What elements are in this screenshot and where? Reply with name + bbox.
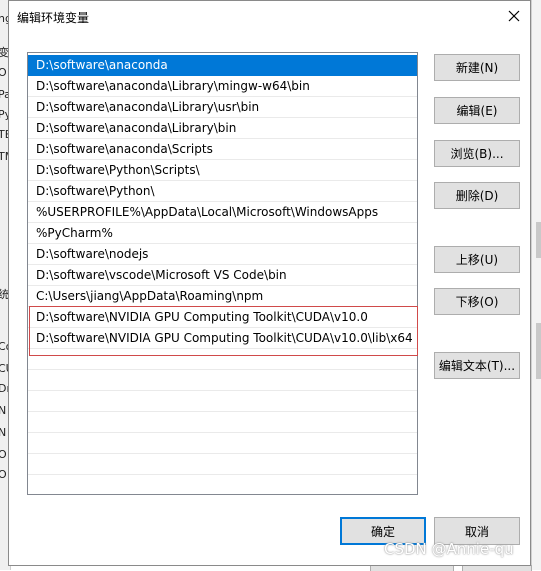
path-list-item[interactable]: D:\software\vscode\Microsoft VS Code\bin — [28, 265, 417, 286]
dialog-title: 编辑环境变量 — [17, 11, 90, 25]
path-list-empty-row — [28, 433, 417, 454]
path-list-item[interactable]: D:\software\anaconda\Library\usr\bin — [28, 97, 417, 118]
title-bar[interactable]: 编辑环境变量 — [9, 1, 530, 31]
path-list-empty-row — [28, 370, 417, 391]
path-list-item[interactable]: D:\software\Python\Scripts\ — [28, 160, 417, 181]
move-down-button[interactable]: 下移(O) — [434, 288, 520, 315]
path-list-item[interactable]: D:\software\Python\ — [28, 181, 417, 202]
path-list-item[interactable]: %USERPROFILE%\AppData\Local\Microsoft\Wi… — [28, 202, 417, 223]
edit-environment-variable-dialog: 编辑环境变量 D:\software\anaconda D:\software\… — [8, 0, 531, 566]
background-fragment: O — [0, 448, 7, 461]
background-fragment: N — [0, 404, 6, 417]
path-list-item[interactable]: D:\software\NVIDIA GPU Computing Toolkit… — [28, 328, 417, 349]
delete-button[interactable]: 删除(D) — [434, 182, 520, 209]
path-list-item[interactable]: C:\Users\jiang\AppData\Roaming\npm — [28, 286, 417, 307]
path-list-item[interactable]: D:\software\nodejs — [28, 244, 417, 265]
path-list-item[interactable]: %PyCharm% — [28, 223, 417, 244]
close-button[interactable] — [502, 5, 526, 27]
path-list-item[interactable]: D:\software\anaconda\Library\mingw-w64\b… — [28, 76, 417, 97]
background-fragment: N — [0, 426, 6, 439]
path-list-empty-row — [28, 349, 417, 370]
background-scrollbar — [536, 222, 541, 258]
move-up-button[interactable]: 上移(U) — [434, 246, 520, 273]
path-list-empty-row — [28, 412, 417, 433]
path-list-item[interactable]: D:\software\anaconda\Library\bin — [28, 118, 417, 139]
path-list-empty-row — [28, 391, 417, 412]
new-button[interactable]: 新建(N) — [434, 54, 520, 81]
watermark: CSDN @Annie-qu — [384, 540, 514, 558]
path-list[interactable]: D:\software\anaconda D:\software\anacond… — [27, 52, 418, 495]
path-list-empty-row — [28, 454, 417, 475]
path-list-item[interactable]: D:\software\anaconda\Scripts — [28, 139, 417, 160]
edit-text-button[interactable]: 编辑文本(T)... — [434, 352, 520, 379]
background-window-right — [531, 0, 541, 570]
path-list-item[interactable]: D:\software\anaconda — [28, 55, 417, 76]
background-fragment: O — [0, 468, 7, 481]
edit-button[interactable]: 编辑(E) — [434, 97, 520, 124]
background-fragment: O — [0, 66, 7, 79]
path-list-item[interactable]: D:\software\NVIDIA GPU Computing Toolkit… — [28, 307, 417, 328]
background-scrollbar — [536, 323, 541, 379]
close-icon — [508, 10, 520, 22]
browse-button[interactable]: 浏览(B)... — [434, 140, 520, 167]
